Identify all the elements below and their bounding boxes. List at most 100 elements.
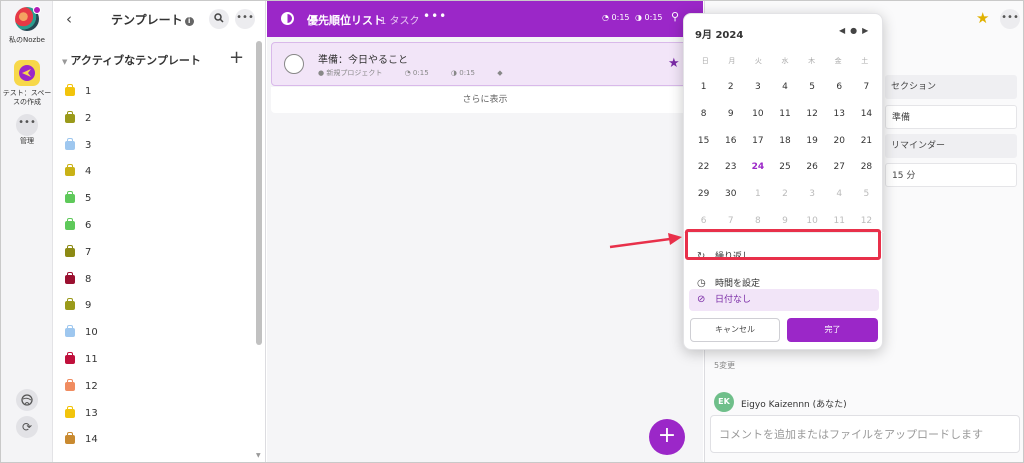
template-item[interactable]: 4: [54, 159, 254, 186]
filter-icon[interactable]: ⚲: [671, 10, 679, 23]
calendar-day[interactable]: 23: [717, 154, 744, 181]
add-task-fab[interactable]: +: [649, 419, 685, 455]
tag-icon: ◆: [497, 69, 503, 77]
calendar-day[interactable]: 3: [744, 74, 771, 101]
calendar-day[interactable]: 14: [853, 101, 880, 128]
task-row[interactable]: 準備：今日やること ● 新規プロジェクト ◔ 0:15 ◑ 0:15 ◆ ★: [271, 42, 699, 86]
template-item-label: 7: [85, 246, 92, 258]
templates-more-button[interactable]: •••: [235, 9, 255, 29]
reminder-row-value[interactable]: 15 分: [885, 163, 1017, 187]
templates-title-text: テンプレート: [111, 13, 183, 27]
template-item[interactable]: 6: [54, 213, 254, 240]
calendar-day[interactable]: 13: [826, 101, 853, 128]
template-item-label: 6: [85, 219, 92, 231]
calendar-day[interactable]: 3: [799, 181, 826, 208]
section-row-value[interactable]: 準備: [885, 105, 1017, 129]
comment-input[interactable]: コメントを追加またはファイルをアップロードします: [710, 415, 1020, 453]
template-item[interactable]: 13: [54, 401, 254, 428]
briefcase-icon: [65, 405, 75, 418]
calendar-day[interactable]: 8: [690, 101, 717, 128]
add-template-button[interactable]: +: [229, 47, 244, 68]
show-more-button[interactable]: さらに表示: [271, 87, 699, 113]
task-count: 1 タスク: [380, 16, 420, 27]
prev-month-icon[interactable]: ◀: [839, 26, 850, 35]
calendar-day[interactable]: 27: [826, 154, 853, 181]
calendar-day[interactable]: 7: [853, 74, 880, 101]
calendar-day[interactable]: 4: [771, 74, 798, 101]
time-estimate-total: ◔ 0:15: [602, 13, 630, 22]
done-button[interactable]: 完了: [787, 318, 878, 342]
calendar-day[interactable]: 29: [690, 181, 717, 208]
template-item[interactable]: 3: [54, 133, 254, 160]
calendar-day[interactable]: 9: [717, 101, 744, 128]
calendar-day[interactable]: 1: [744, 181, 771, 208]
calendar-day[interactable]: 15: [690, 128, 717, 155]
scroll-down-arrow-icon[interactable]: ▼: [256, 452, 261, 459]
detail-star-icon[interactable]: ★: [976, 9, 989, 27]
space-icon[interactable]: [14, 60, 40, 86]
calendar-day[interactable]: 24: [744, 154, 771, 181]
cancel-button[interactable]: キャンセル: [690, 318, 780, 342]
scrollbar-thumb[interactable]: [256, 41, 262, 345]
template-item-label: 9: [85, 300, 92, 312]
briefcase-icon: [65, 271, 75, 284]
calendar-day[interactable]: 22: [690, 154, 717, 181]
template-item[interactable]: 12: [54, 374, 254, 401]
template-item[interactable]: 2: [54, 106, 254, 133]
date-picker-popup: 9月 2024 ◀●▶ 日月火水木金土 1 2 3 4 5 6 7 8 9 10 11 12 13 14 1…: [683, 13, 884, 350]
weekday-label: 土: [861, 57, 869, 65]
calendar-day[interactable]: 2: [771, 181, 798, 208]
globe-icon[interactable]: [16, 389, 38, 411]
search-icon[interactable]: [209, 9, 229, 29]
task-complete-checkbox[interactable]: [284, 54, 304, 74]
calendar-day[interactable]: 21: [853, 128, 880, 155]
today-dot-icon[interactable]: ●: [850, 26, 862, 35]
calendar-day[interactable]: 19: [799, 128, 826, 155]
template-item[interactable]: 5: [54, 186, 254, 213]
changes-count[interactable]: 5変更: [714, 360, 735, 371]
list-more-button[interactable]: •••: [423, 9, 447, 23]
template-item[interactable]: 9: [54, 293, 254, 320]
priority-star-icon[interactable]: ★: [668, 56, 680, 71]
back-chevron-icon[interactable]: ‹: [66, 10, 72, 28]
briefcase-icon: [65, 325, 75, 338]
calendar-day[interactable]: 12: [799, 101, 826, 128]
calendar-day[interactable]: 10: [744, 101, 771, 128]
calendar-day[interactable]: 28: [853, 154, 880, 181]
manage-more-button[interactable]: •••: [16, 114, 38, 136]
template-item-label: 2: [85, 112, 92, 124]
calendar-day[interactable]: 11: [771, 101, 798, 128]
detail-more-button[interactable]: •••: [1000, 9, 1020, 29]
info-icon[interactable]: i: [184, 17, 194, 26]
sync-icon[interactable]: ⟳: [16, 416, 38, 438]
calendar-day[interactable]: 1: [690, 74, 717, 101]
template-item[interactable]: 14: [54, 427, 254, 454]
calendar-day[interactable]: 17: [744, 128, 771, 155]
next-month-icon[interactable]: ▶: [862, 26, 873, 35]
calendar-day[interactable]: 18: [771, 128, 798, 155]
no-date-option[interactable]: ⊘ 日付なし: [689, 289, 879, 311]
template-item[interactable]: 1: [54, 79, 254, 106]
calendar-day[interactable]: 30: [717, 181, 744, 208]
template-item[interactable]: 10: [54, 320, 254, 347]
template-item[interactable]: 7: [54, 240, 254, 267]
active-templates-section[interactable]: ▼ アクティブなテンプレート: [62, 52, 201, 68]
calendar-day[interactable]: 16: [717, 128, 744, 155]
calendar-day[interactable]: 6: [826, 74, 853, 101]
template-item-label: 11: [85, 353, 98, 365]
list-header-bar: 優先順位リスト 1 タスク ••• ◔ 0:15 ◑ 0:15 ⚲: [267, 1, 703, 37]
calendar-day[interactable]: 5: [853, 181, 880, 208]
template-item[interactable]: 11: [54, 347, 254, 374]
calendar-day[interactable]: 20: [826, 128, 853, 155]
calendar-day[interactable]: 25: [771, 154, 798, 181]
briefcase-icon: [65, 298, 75, 311]
calendar-day[interactable]: 2: [717, 74, 744, 101]
calendar-day[interactable]: 5: [799, 74, 826, 101]
briefcase-icon: [65, 244, 75, 257]
calendar-day[interactable]: 26: [799, 154, 826, 181]
template-list: 1 2 3 4 5 6 7 8 9 10 11 12 13 14: [54, 79, 254, 454]
briefcase-icon: [65, 84, 75, 96]
template-item[interactable]: 8: [54, 267, 254, 294]
task-time-estimate: ◔ 0:15: [404, 69, 429, 77]
calendar-day[interactable]: 4: [826, 181, 853, 208]
